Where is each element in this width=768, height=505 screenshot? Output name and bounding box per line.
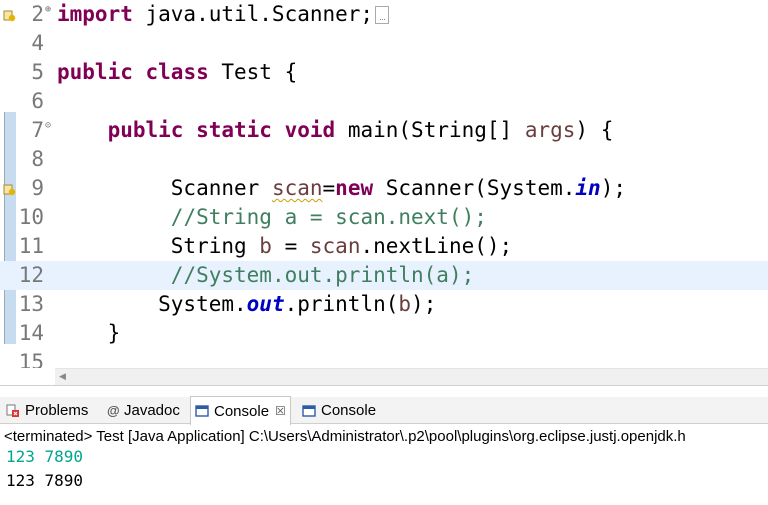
code-line[interactable]: 9 Scanner scan=new Scanner(System.in); [0, 174, 768, 203]
code-token: static [196, 118, 272, 142]
code-text[interactable]: Scanner scan=new Scanner(System.in); [57, 174, 626, 203]
code-line[interactable]: 13 System.out.println(b); [0, 290, 768, 319]
code-token: main(String[] [335, 118, 525, 142]
line-number: 15 [18, 350, 44, 368]
code-text[interactable]: //System.out.println(a); [57, 261, 474, 290]
code-token: args [524, 118, 576, 142]
console-stdout: 123 7890 [6, 471, 84, 490]
code-token: b [398, 292, 412, 316]
horizontal-scrollbar[interactable]: ◀ [55, 368, 768, 385]
tab-label: Javadoc [124, 402, 180, 419]
line-number: 14 [18, 321, 44, 345]
code-token: scan [309, 234, 361, 258]
code-text[interactable]: import java.util.Scanner; [57, 0, 390, 29]
code-token: String [57, 234, 260, 258]
code-token: Scanner [57, 176, 272, 200]
code-token: scan [271, 176, 323, 200]
code-line[interactable]: 14 } [0, 319, 768, 348]
code-token: public [57, 60, 133, 84]
code-token: ) { [575, 118, 614, 142]
console-icon [195, 404, 209, 418]
tab-label: Console [214, 402, 270, 420]
code-line[interactable]: 10 //String a = scan.next(); [0, 203, 768, 232]
code-line[interactable]: 12 //System.out.println(a); [0, 261, 768, 290]
code-line[interactable]: 5 public class Test { [0, 58, 768, 87]
problems-icon [6, 404, 20, 418]
code-token: java.util.Scanner; [132, 2, 374, 26]
code-token: } [57, 321, 121, 345]
line-number: 8 [31, 147, 44, 171]
code-token: ); [600, 176, 626, 200]
line-number: 2 [31, 2, 44, 26]
code-text[interactable]: System.out.println(b); [57, 290, 436, 319]
line-number: 4 [31, 31, 44, 55]
line-number: 11 [18, 234, 44, 258]
folded-imports-box[interactable] [375, 6, 390, 24]
line-number: 10 [18, 205, 44, 229]
code-token: b [259, 234, 272, 258]
console-stdin-echo: 123 7890 [6, 447, 84, 466]
line-number: 6 [31, 89, 44, 113]
line-number: 13 [18, 292, 44, 316]
code-token: new [335, 176, 374, 200]
code-text[interactable]: public class Test { [57, 58, 297, 87]
code-token: = [271, 234, 310, 258]
line-number: 12 [18, 263, 44, 287]
code-token: import [57, 2, 133, 26]
code-token: Scanner(System. [373, 176, 576, 200]
code-line[interactable]: 4 [0, 29, 768, 58]
code-token: System. [57, 292, 247, 316]
code-text[interactable]: public static void main(String[] args) { [57, 116, 614, 145]
code-line[interactable]: 8 [0, 145, 768, 174]
console-icon [302, 404, 316, 418]
code-token: void [284, 118, 336, 142]
code-text[interactable]: } [57, 319, 121, 348]
code-line[interactable]: 11 String b = scan.nextLine(); [0, 232, 768, 261]
close-icon[interactable]: ☒ [275, 404, 286, 418]
code-editor[interactable]: 2 ⊕ import java.util.Scanner; 4 5 public clas… [0, 0, 768, 368]
code-line[interactable]: 15 [0, 348, 768, 368]
code-token: .nextLine(); [360, 234, 513, 258]
code-token: public [107, 118, 184, 142]
collapse-fold-icon[interactable]: ⊝ [45, 121, 51, 131]
panel-tab-bar: Problems @ Javadoc Console ☒ Console [0, 396, 768, 425]
tab-label: Console [321, 402, 377, 419]
line-number: 5 [31, 60, 44, 84]
code-lines[interactable]: 2 ⊕ import java.util.Scanner; 4 5 public clas… [0, 0, 768, 368]
code-token: //String a = scan.next(); [170, 205, 487, 229]
code-token: ); [411, 292, 437, 316]
tab-label: Problems [25, 402, 89, 419]
line-number: 7 [31, 118, 44, 142]
console-panel: Problems @ Javadoc Console ☒ Console <te… [0, 385, 768, 505]
code-token: .println( [284, 292, 399, 316]
code-token: = [322, 176, 336, 200]
code-text[interactable]: String b = scan.nextLine(); [57, 232, 512, 261]
at-icon: @ [107, 402, 120, 418]
scroll-left-icon[interactable]: ◀ [59, 372, 66, 382]
code-line[interactable]: 2 ⊕ import java.util.Scanner; [0, 0, 768, 29]
tab-console-active[interactable]: Console ☒ [190, 396, 291, 425]
code-text[interactable]: //String a = scan.next(); [57, 203, 487, 232]
tab-problems[interactable]: Problems [6, 397, 88, 424]
code-line[interactable]: 6 [0, 87, 768, 116]
tab-console[interactable]: Console [302, 397, 376, 424]
code-token: //System.out.println(a); [170, 263, 475, 287]
code-line[interactable]: 7 ⊝ public static void main(String[] args… [0, 116, 768, 145]
code-token: class [145, 60, 209, 84]
line-number: 9 [31, 176, 44, 200]
code-token: in [575, 176, 601, 200]
console-status: <terminated> Test [Java Application] C:\… [4, 428, 686, 445]
code-token: Test { [208, 60, 298, 84]
expand-fold-icon[interactable]: ⊕ [45, 5, 51, 15]
tab-javadoc[interactable]: @ Javadoc [107, 397, 180, 424]
code-token: out [246, 292, 285, 316]
